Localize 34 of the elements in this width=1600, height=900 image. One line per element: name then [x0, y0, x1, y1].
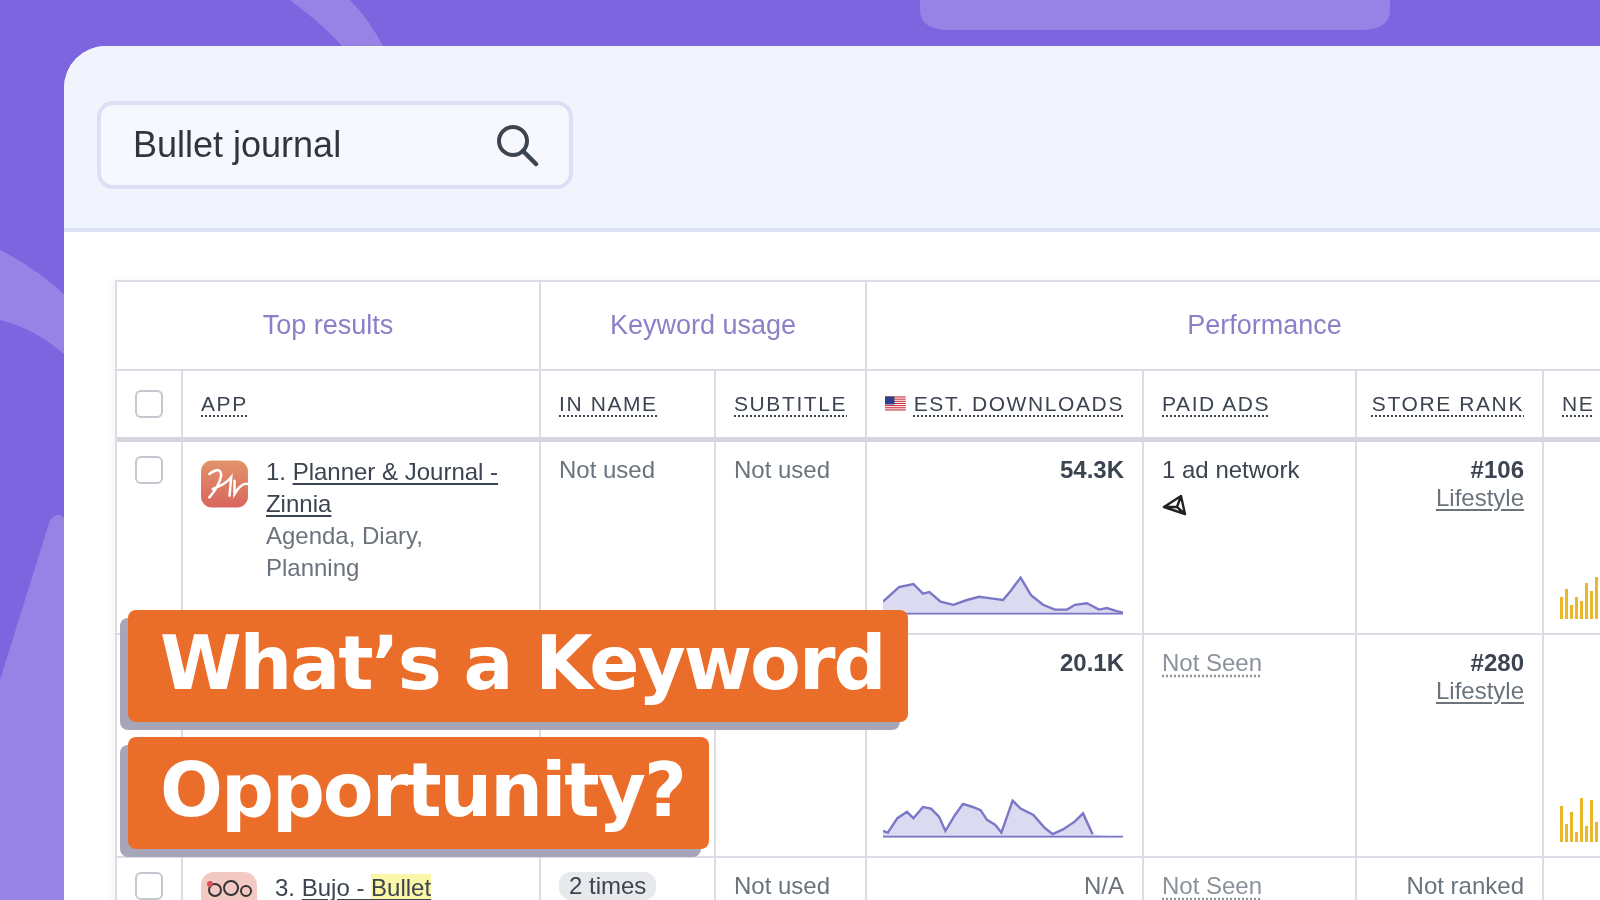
checkbox[interactable]: [135, 872, 163, 900]
checkbox[interactable]: [135, 390, 163, 418]
search-input[interactable]: Bullet journal: [131, 123, 495, 167]
downloads-value: 20.1K: [1059, 649, 1124, 677]
app-name-link[interactable]: 1. Planner & Journal - Zinnia: [265, 456, 521, 520]
category-link[interactable]: Lifestyle: [1435, 677, 1524, 705]
usage-text: Not used: [559, 456, 656, 483]
column-header[interactable]: NE: [1562, 392, 1595, 416]
rank-value: Not ranked: [1406, 872, 1524, 900]
column-header[interactable]: IN NAME: [559, 392, 658, 416]
app-icon: [201, 872, 257, 900]
column-header[interactable]: SUBTITLE: [734, 392, 848, 416]
search-field[interactable]: Bullet journal: [97, 101, 573, 189]
flag-icon: [885, 396, 906, 412]
column-header[interactable]: EST. DOWNLOADS: [913, 392, 1124, 416]
app-subtitle: Agenda, Diary, Planning: [265, 522, 423, 581]
column-header[interactable]: APP: [201, 392, 248, 416]
rank-value: #280: [1470, 649, 1524, 677]
column-header[interactable]: PAID ADS: [1162, 392, 1271, 416]
group-header: Performance: [1187, 310, 1342, 341]
downloads-value: 54.3K: [1059, 456, 1124, 484]
usage-badge: 2 times: [559, 872, 657, 900]
column-header[interactable]: STORE RANK: [1371, 392, 1524, 416]
group-header: Keyword usage: [609, 310, 797, 341]
search-icon[interactable]: [495, 123, 539, 167]
rank-value: #106: [1470, 456, 1524, 484]
usage-text: Not used: [734, 872, 831, 899]
usage-text: Not used: [734, 456, 831, 483]
category-link[interactable]: Lifestyle: [1435, 484, 1524, 512]
rank-bars-drawing: [1560, 796, 1600, 842]
ad-networks-text: 1 ad network: [1162, 456, 1300, 484]
checkbox[interactable]: [135, 456, 163, 484]
downloads-value: N/A: [1084, 872, 1124, 900]
group-header: Top results: [262, 310, 394, 341]
